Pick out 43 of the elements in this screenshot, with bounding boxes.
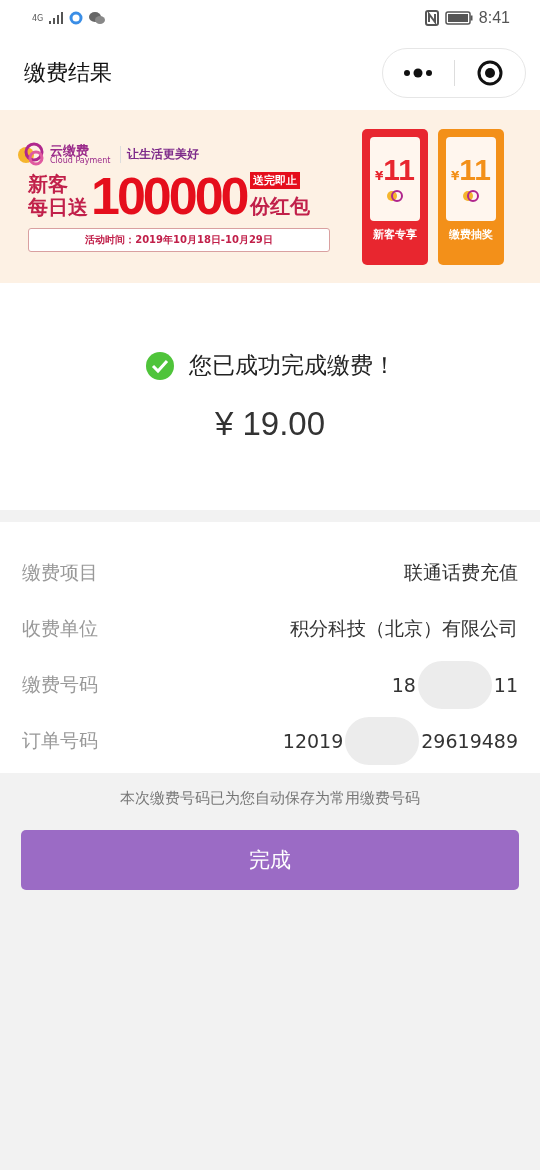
detail-value: 29619489: [421, 730, 518, 752]
battery-icon: [444, 11, 473, 25]
detail-label: 缴费项目: [22, 560, 98, 585]
detail-label: 订单号码: [22, 728, 98, 753]
cloud-logo-icon: [462, 188, 480, 203]
detail-value: 18: [391, 674, 416, 696]
detail-label: 缴费号码: [22, 672, 98, 697]
nfc-icon: [424, 10, 439, 26]
clock-time: 8:41: [478, 9, 510, 27]
brand-subtitle: Cloud Payment: [50, 157, 111, 165]
detail-value: 联通话费充值: [404, 560, 518, 585]
detail-label: 收费单位: [22, 616, 98, 641]
circle-app-icon: [69, 11, 84, 25]
slogan-text: 让生活更美好: [120, 146, 200, 163]
brand-name: 云缴费: [50, 144, 89, 157]
coupon-label: 缴费抽奖: [449, 226, 493, 242]
detail-value: 12019: [282, 730, 344, 752]
done-button[interactable]: 完成: [21, 830, 519, 890]
detail-value: 积分科技（北京）有限公司: [290, 616, 518, 641]
promo-number: 100000: [91, 169, 247, 222]
promo-text: 份红包: [249, 192, 310, 220]
promo-text: 新客: [28, 172, 69, 196]
page-title: 缴费结果: [24, 59, 112, 87]
cloud-logo-icon: [386, 188, 404, 203]
target-icon: [476, 60, 503, 86]
network-label: 4G: [32, 13, 44, 23]
cloud-logo-icon: [16, 141, 46, 168]
saved-number-note: 本次缴费号码已为您自动保存为常用缴费号码: [120, 789, 420, 808]
more-icon: [402, 68, 435, 78]
coupon-amount: 11: [459, 154, 492, 185]
payment-amount: ¥ 19.00: [214, 405, 326, 443]
success-check-icon: [144, 350, 175, 381]
coupon-label: 新客专享: [373, 226, 417, 242]
period-text: 活动时间：2019年10月18日-10月29日: [28, 227, 330, 252]
success-message: 您已成功完成缴费！: [188, 351, 396, 380]
signal-icon: [49, 12, 64, 24]
detail-value: 11: [493, 674, 518, 696]
coupon-amount: 11: [383, 154, 416, 185]
currency-sign: ¥: [374, 168, 384, 183]
currency-sign: ¥: [450, 168, 460, 183]
promo-tag: 送完即止: [249, 171, 300, 189]
chat-icon: [89, 11, 106, 25]
promo-text: 每日送: [28, 195, 88, 219]
